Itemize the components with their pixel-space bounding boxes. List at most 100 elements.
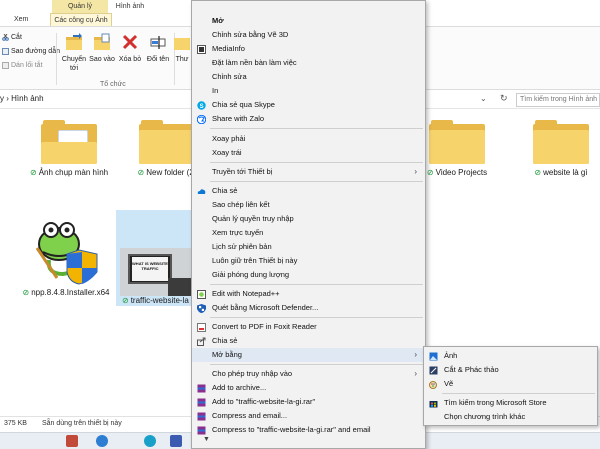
foxit-pdf-icon (197, 322, 206, 332)
list-item[interactable]: ⊘ npp.8.4.8.Installer.x64 (20, 212, 112, 297)
refresh-icon[interactable]: ↻ (500, 93, 508, 104)
sync-ok-icon: ⊘ (30, 168, 37, 177)
new-folder-icon (173, 33, 191, 53)
photos-icon (429, 352, 438, 361)
menu-item-copy-link[interactable]: Sao chép liên kết (192, 198, 425, 212)
menu-item-share-skype[interactable]: S Chia sẻ qua Skype (192, 98, 425, 112)
menu-item-open[interactable]: Mở (192, 14, 425, 28)
menu-item-label: Giải phóng dung lượng (212, 270, 290, 279)
menu-item-print[interactable]: In (192, 84, 425, 98)
skype-icon: S (197, 100, 206, 110)
menu-separator (210, 317, 423, 318)
menu-item-edit-notepadpp[interactable]: Edit with Notepad++ (192, 287, 425, 301)
menu-item-edit[interactable]: Chỉnh sửa (192, 70, 425, 84)
menu-item-label: Đặt làm nền bàn làm việc (212, 58, 297, 67)
chevron-right-icon: › (414, 350, 417, 359)
menu-item-label: Xoay trái (212, 148, 242, 157)
zalo-icon (196, 114, 207, 124)
taskbar-app-icon[interactable] (96, 435, 108, 447)
menu-item-label: Compress to "traffic-website-la-gi.rar" … (212, 425, 371, 434)
paste-shortcut-button[interactable]: Dán lối tắt (2, 62, 43, 69)
list-item[interactable]: ⊘ Ảnh chụp màn hình (30, 120, 108, 177)
breadcrumb[interactable]: y › Hình ảnh (0, 94, 44, 103)
folder-icon (533, 120, 589, 164)
menu-item-set-desktop-background[interactable]: Đặt làm nền bàn làm việc (192, 56, 425, 70)
menu-separator (442, 393, 595, 394)
copy-path-button[interactable]: Sao đường dẫn (2, 48, 60, 55)
taskbar-app-icon[interactable] (170, 435, 182, 447)
submenu-item-snip-sketch[interactable]: Cắt & Phác thảo (424, 363, 597, 377)
menu-item-foxit-pdf[interactable]: Convert to PDF in Foxit Reader (192, 320, 425, 334)
menu-separator (210, 181, 423, 182)
chevron-down-icon[interactable]: ⌄ (480, 94, 487, 103)
move-to-label: Chuyển tới (61, 56, 87, 72)
context-menu: Mở Chỉnh sửa bằng Vẽ 3D MediaInfo Đặt là… (191, 0, 426, 449)
submenu-item-label: Ảnh (444, 351, 458, 360)
menu-item-share-zalo[interactable]: Share with Zalo (192, 112, 425, 126)
menu-item-view-online[interactable]: Xem trực tuyến (192, 226, 425, 240)
copy-path-label: Sao đường dẫn (11, 48, 60, 55)
notepadpp-icon (197, 289, 206, 299)
file-name: Ảnh chụp màn hình (38, 168, 109, 177)
tab-hinh-anh[interactable]: Hình ảnh (108, 0, 152, 13)
menu-item-compress-rar-email[interactable]: Compress to "traffic-website-la-gi.rar" … (192, 423, 425, 437)
menu-item-add-to-rar[interactable]: Add to "traffic-website-la-gi.rar" (192, 395, 425, 409)
folder-icon (429, 120, 485, 164)
taskbar-app-icon[interactable] (66, 435, 78, 447)
menu-item-share[interactable]: Chia sẻ (192, 334, 425, 348)
delete-button[interactable]: Xóa bỏ (116, 33, 144, 64)
menu-item-manage-access[interactable]: Quản lý quyền truy nhập (192, 212, 425, 226)
scroll-down-icon[interactable]: ▼ (203, 436, 210, 443)
list-item-selected[interactable]: WHAT IS WEBSITE TRAFFIC ⊘ traffic-website… (116, 210, 192, 306)
menu-item-label: Chỉnh sửa (212, 72, 247, 81)
menu-item-paint3d[interactable]: Chỉnh sửa bằng Vẽ 3D (192, 28, 425, 42)
menu-item-cast-to-device[interactable]: Truyền tới Thiết bị › (192, 165, 425, 179)
menu-item-onedrive-share[interactable]: Chia sẻ (192, 184, 425, 198)
menu-item-give-access[interactable]: Cho phép truy nhập vào › (192, 367, 425, 381)
search-placeholder: Tìm kiếm trong Hình ảnh (520, 96, 598, 103)
tab-cac-cong-cu-anh[interactable]: Các công cụ Ảnh (50, 13, 112, 26)
menu-item-label: Xoay phải (212, 134, 246, 143)
menu-item-open-with[interactable]: Mở bằng › (192, 348, 425, 362)
menu-item-add-to-archive[interactable]: Add to archive... (192, 381, 425, 395)
new-folder-button[interactable]: Thư (172, 33, 192, 64)
menu-separator (210, 162, 423, 163)
rename-button[interactable]: Đổi tên (144, 33, 172, 64)
status-availability: Sẵn dùng trên thiết bị này (42, 420, 122, 427)
list-item[interactable]: ⊘ Video Projects (418, 120, 496, 177)
menu-item-label: Add to "traffic-website-la-gi.rar" (212, 397, 316, 406)
submenu-item-choose-another-app[interactable]: Chọn chương trình khác (424, 410, 597, 424)
taskbar-app-icon[interactable] (144, 435, 156, 447)
menu-item-label: Add to archive... (212, 383, 267, 392)
menu-item-mediainfo[interactable]: MediaInfo (192, 42, 425, 56)
chevron-right-icon: › (414, 167, 417, 176)
move-to-button[interactable]: Chuyển tới (60, 33, 88, 73)
submenu-item-paint[interactable]: Vẽ (424, 377, 597, 391)
menu-item-rotate-left[interactable]: Xoay trái (192, 146, 425, 160)
menu-item-label: Chỉnh sửa bằng Vẽ 3D (212, 30, 289, 39)
menu-item-version-history[interactable]: Lịch sử phiên bản (192, 240, 425, 254)
menu-item-defender-scan[interactable]: Quét bằng Microsoft Defender... (192, 301, 425, 315)
sync-ok-icon: ⊘ (22, 288, 30, 297)
submenu-item-label: Vẽ (444, 379, 454, 388)
menu-item-rotate-right[interactable]: Xoay phải (192, 132, 425, 146)
submenu-item-photos[interactable]: Ảnh (424, 349, 597, 363)
search-input[interactable]: Tìm kiếm trong Hình ảnh (516, 93, 600, 107)
list-item[interactable]: ⊘ website là gì (522, 120, 600, 177)
menu-item-label: Edit with Notepad++ (212, 289, 280, 298)
menu-separator (210, 284, 423, 285)
submenu-item-microsoft-store[interactable]: Tìm kiếm trong Microsoft Store (424, 396, 597, 410)
tab-xem[interactable]: Xem (14, 13, 28, 26)
menu-item-compress-email[interactable]: Compress and email... (192, 409, 425, 423)
scissors-icon (2, 33, 9, 41)
folder-icon (139, 120, 195, 164)
copy-to-button[interactable]: Sao vào (88, 33, 116, 64)
group-organize-label: Tổ chức (100, 81, 126, 88)
menu-item-free-up-space[interactable]: Giải phóng dung lượng (192, 268, 425, 282)
cut-button[interactable]: Cắt (2, 33, 22, 41)
menu-separator (210, 128, 423, 129)
file-name: New folder (2) (146, 168, 197, 177)
menu-item-always-keep[interactable]: Luôn giữ trên Thiết bị này (192, 254, 425, 268)
tab-quan-ly[interactable]: Quản lý (52, 0, 108, 13)
menu-item-label: Sao chép liên kết (212, 200, 270, 209)
